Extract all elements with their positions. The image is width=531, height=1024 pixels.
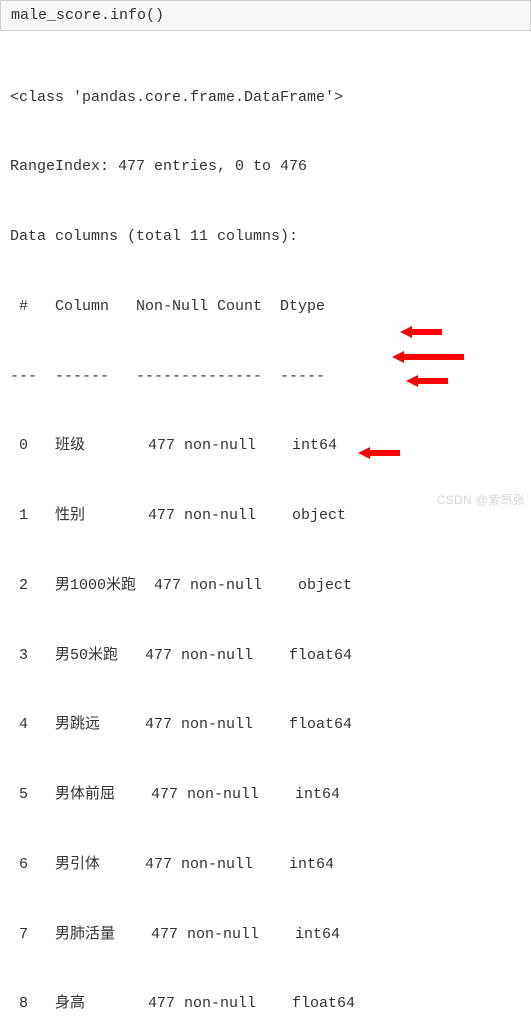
watermark-text: CSDN @紫昂张	[437, 491, 525, 508]
table-header-line: # Column Non-Null Count Dtype	[10, 295, 521, 318]
arrow-icon	[392, 303, 464, 410]
code-text: male_score.info()	[11, 7, 164, 24]
class-line: <class 'pandas.core.frame.DataFrame'>	[10, 86, 521, 109]
code-input-cell[interactable]: male_score.info()	[0, 0, 531, 31]
range-index-line: RangeIndex: 477 entries, 0 to 476	[10, 155, 521, 178]
table-row: 4 男跳远 477 non-null float64	[10, 713, 521, 736]
table-row: 2 男1000米跑 477 non-null object	[10, 574, 521, 597]
table-row: 3 男50米跑 477 non-null float64	[10, 644, 521, 667]
columns-header-line: Data columns (total 11 columns):	[10, 225, 521, 248]
table-row: 8 身高 477 non-null float64	[10, 992, 521, 1015]
table-divider-line: --- ------ -------------- -----	[10, 365, 521, 388]
table-row: 5 男体前屈 477 non-null int64	[10, 783, 521, 806]
output-area: <class 'pandas.core.frame.DataFrame'> Ra…	[0, 31, 531, 1024]
table-row: 6 男引体 477 non-null int64	[10, 853, 521, 876]
table-row: 0 班级 477 non-null int64	[10, 434, 521, 457]
table-row: 7 男肺活量 477 non-null int64	[10, 923, 521, 946]
